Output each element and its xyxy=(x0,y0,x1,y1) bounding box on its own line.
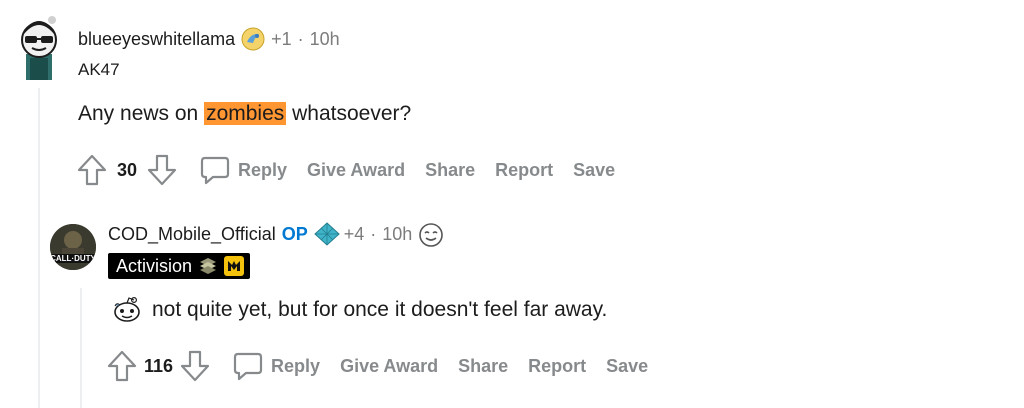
downvote-icon xyxy=(147,154,177,186)
share-button[interactable]: Share xyxy=(448,348,518,384)
separator: · xyxy=(297,28,304,49)
search-highlight: zombies xyxy=(204,102,287,125)
body-text-start: Any news on xyxy=(78,102,205,125)
award-icon[interactable] xyxy=(241,27,265,51)
op-avatar[interactable]: CALL·DUTY xyxy=(50,224,96,270)
user-avatar[interactable] xyxy=(16,14,62,80)
body-text-end: whatsoever? xyxy=(286,102,412,125)
user-flair: AK47 xyxy=(78,60,120,79)
vote-count: 30 xyxy=(116,159,138,180)
comment-bubble-icon xyxy=(233,352,263,381)
give-award-button[interactable]: Give Award xyxy=(330,348,448,384)
timestamp[interactable]: 10h xyxy=(310,29,340,50)
codm-logo-icon xyxy=(224,256,245,276)
downvote-icon xyxy=(180,350,210,382)
report-button[interactable]: Report xyxy=(485,152,563,188)
reply-label: Reply xyxy=(238,159,288,180)
vote-count: 116 xyxy=(144,355,174,376)
op-tag: OP xyxy=(281,223,308,244)
share-button[interactable]: Share xyxy=(415,152,485,188)
svg-text:CALL·DUTY: CALL·DUTY xyxy=(50,254,96,263)
comment-body: not quite yet, but for once it doesn't f… xyxy=(112,296,607,324)
upvote-icon xyxy=(77,154,107,186)
upvote-icon xyxy=(107,350,137,382)
comment-meta: COD_Mobile_Official OP +4 · 10h xyxy=(108,220,444,248)
comment-body: Any news on zombies whatsoever? xyxy=(78,102,411,126)
report-button[interactable]: Report xyxy=(518,348,596,384)
thread-line-nested[interactable] xyxy=(80,288,82,408)
username[interactable]: blueeyeswhitellama xyxy=(78,29,235,50)
upvote-button[interactable] xyxy=(74,152,110,188)
reply-button[interactable]: Reply xyxy=(223,348,330,384)
reply-label: Reply xyxy=(271,355,321,376)
user-flair: Activision xyxy=(108,253,251,279)
flair-label: Activision xyxy=(116,255,193,276)
comment-bubble-icon xyxy=(200,156,230,185)
diamond-award-icon[interactable] xyxy=(314,222,340,246)
snoo-emoji-icon xyxy=(112,296,142,324)
save-button[interactable]: Save xyxy=(563,152,625,188)
karma-count: +1 xyxy=(271,28,292,49)
separator: · xyxy=(370,223,377,244)
comment-meta: blueeyeswhitellama +1 · 10h xyxy=(78,26,340,52)
rank-emblem-icon xyxy=(198,256,218,276)
body-text: not quite yet, but for once it doesn't f… xyxy=(152,298,608,321)
thread-line[interactable] xyxy=(38,88,40,408)
comment-actions: 116 Reply Give Award Share Report Save xyxy=(104,346,658,386)
smiley-award-icon[interactable] xyxy=(418,222,444,247)
karma-count: +4 xyxy=(343,223,365,244)
comment-actions: 30 Reply Give Award Share Report Save xyxy=(74,150,625,190)
give-award-button[interactable]: Give Award xyxy=(297,152,415,188)
timestamp[interactable]: 10h xyxy=(382,224,412,245)
reply-button[interactable]: Reply xyxy=(190,152,297,188)
comment-thread: blueeyeswhitellama +1 · 10h AK47 Any new… xyxy=(0,0,1024,408)
downvote-button[interactable] xyxy=(177,348,213,384)
upvote-button[interactable] xyxy=(104,348,140,384)
downvote-button[interactable] xyxy=(144,152,180,188)
save-button[interactable]: Save xyxy=(596,348,658,384)
username[interactable]: COD_Mobile_Official xyxy=(108,224,276,245)
